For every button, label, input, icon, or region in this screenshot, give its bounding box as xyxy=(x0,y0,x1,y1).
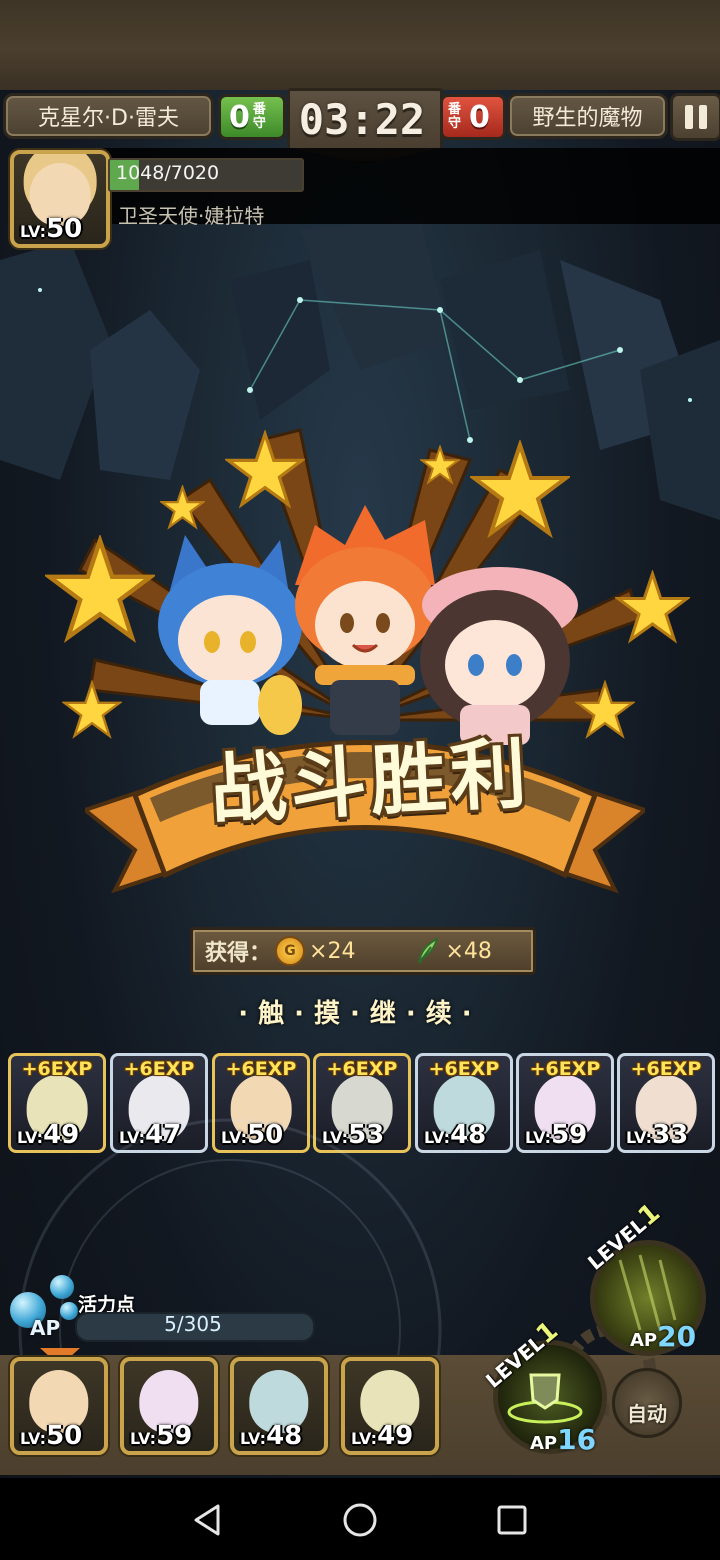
battle-timer: 03:22 xyxy=(298,95,426,144)
team-member-portrait[interactable]: LV:49 xyxy=(341,1357,439,1455)
reward-label: 获得： xyxy=(205,941,272,966)
gold-amount: ×24 xyxy=(309,938,356,964)
top-strip xyxy=(0,0,720,90)
skill-2-ap-cost: AP20 xyxy=(630,1320,697,1353)
reward-panel: 获得： G ×24 ×48 xyxy=(190,927,536,975)
auto-button[interactable]: 自动 xyxy=(612,1368,682,1438)
feather-amount: ×48 xyxy=(445,938,492,964)
skill-1-ap-cost: AP16 xyxy=(530,1423,597,1456)
exp-gain: +6EXP xyxy=(21,1058,93,1080)
star-decoration xyxy=(160,485,205,530)
ap-tag: AP xyxy=(30,1316,61,1340)
player-name-plate: 克星尔·D·雷夫 xyxy=(3,93,214,139)
star-decoration xyxy=(615,570,690,644)
exp-gain: +6EXP xyxy=(529,1058,601,1080)
team-member-portrait[interactable]: LV:50 xyxy=(10,1357,108,1455)
team-member-portrait[interactable]: LV:48 xyxy=(230,1357,328,1455)
boss-hp-bar: 1048/7020 xyxy=(108,158,304,192)
team-member-portrait[interactable]: LV:59 xyxy=(120,1357,218,1455)
enemy-score: 番守 0 xyxy=(440,94,506,140)
auto-label: 自动 xyxy=(627,1402,667,1426)
exp-gain: +6EXP xyxy=(326,1058,398,1080)
recent-icon[interactable] xyxy=(492,1500,532,1540)
character-level: LV:49 xyxy=(351,1421,414,1451)
enemy-name: 野生的魔物 xyxy=(532,106,643,131)
ap-value: 5/305 xyxy=(164,1312,222,1336)
pause-icon xyxy=(685,105,693,129)
star-decoration xyxy=(470,440,570,539)
boss-level: LV:50 xyxy=(20,214,83,244)
home-icon[interactable] xyxy=(340,1500,380,1540)
touch-to-continue[interactable]: ·触·摸·继·续· xyxy=(0,993,720,1030)
ap-bubble xyxy=(50,1275,74,1299)
player-name: 克星尔·D·雷夫 xyxy=(38,106,179,131)
player-score: 0 番守 xyxy=(218,94,286,140)
exp-gain: +6EXP xyxy=(123,1058,195,1080)
pause-button[interactable] xyxy=(670,93,720,141)
enemy-name-plate: 野生的魔物 xyxy=(507,93,668,139)
boss-name: 卫圣天使·婕拉特 xyxy=(118,204,265,228)
exp-gain: +6EXP xyxy=(225,1058,297,1080)
back-icon[interactable] xyxy=(188,1500,228,1540)
victory-title: 战斗胜利 xyxy=(208,728,533,835)
character-level: LV:59 xyxy=(130,1421,193,1451)
star-decoration xyxy=(225,430,305,509)
feather-icon xyxy=(418,937,440,964)
exp-gain: +6EXP xyxy=(630,1058,702,1080)
boss-portrait[interactable]: LV:50 xyxy=(10,150,110,248)
exp-gain: +6EXP xyxy=(428,1058,500,1080)
game-screen[interactable]: 克星尔·D·雷夫 0 番守 03:22 番守 0 野生的魔物 LV:50 104… xyxy=(0,0,720,1560)
star-decoration xyxy=(420,445,460,485)
boss-hp-text: 1048/7020 xyxy=(116,162,220,184)
character-level: LV:48 xyxy=(240,1421,303,1451)
character-level: LV:50 xyxy=(20,1421,83,1451)
coin-icon: G xyxy=(275,936,306,966)
